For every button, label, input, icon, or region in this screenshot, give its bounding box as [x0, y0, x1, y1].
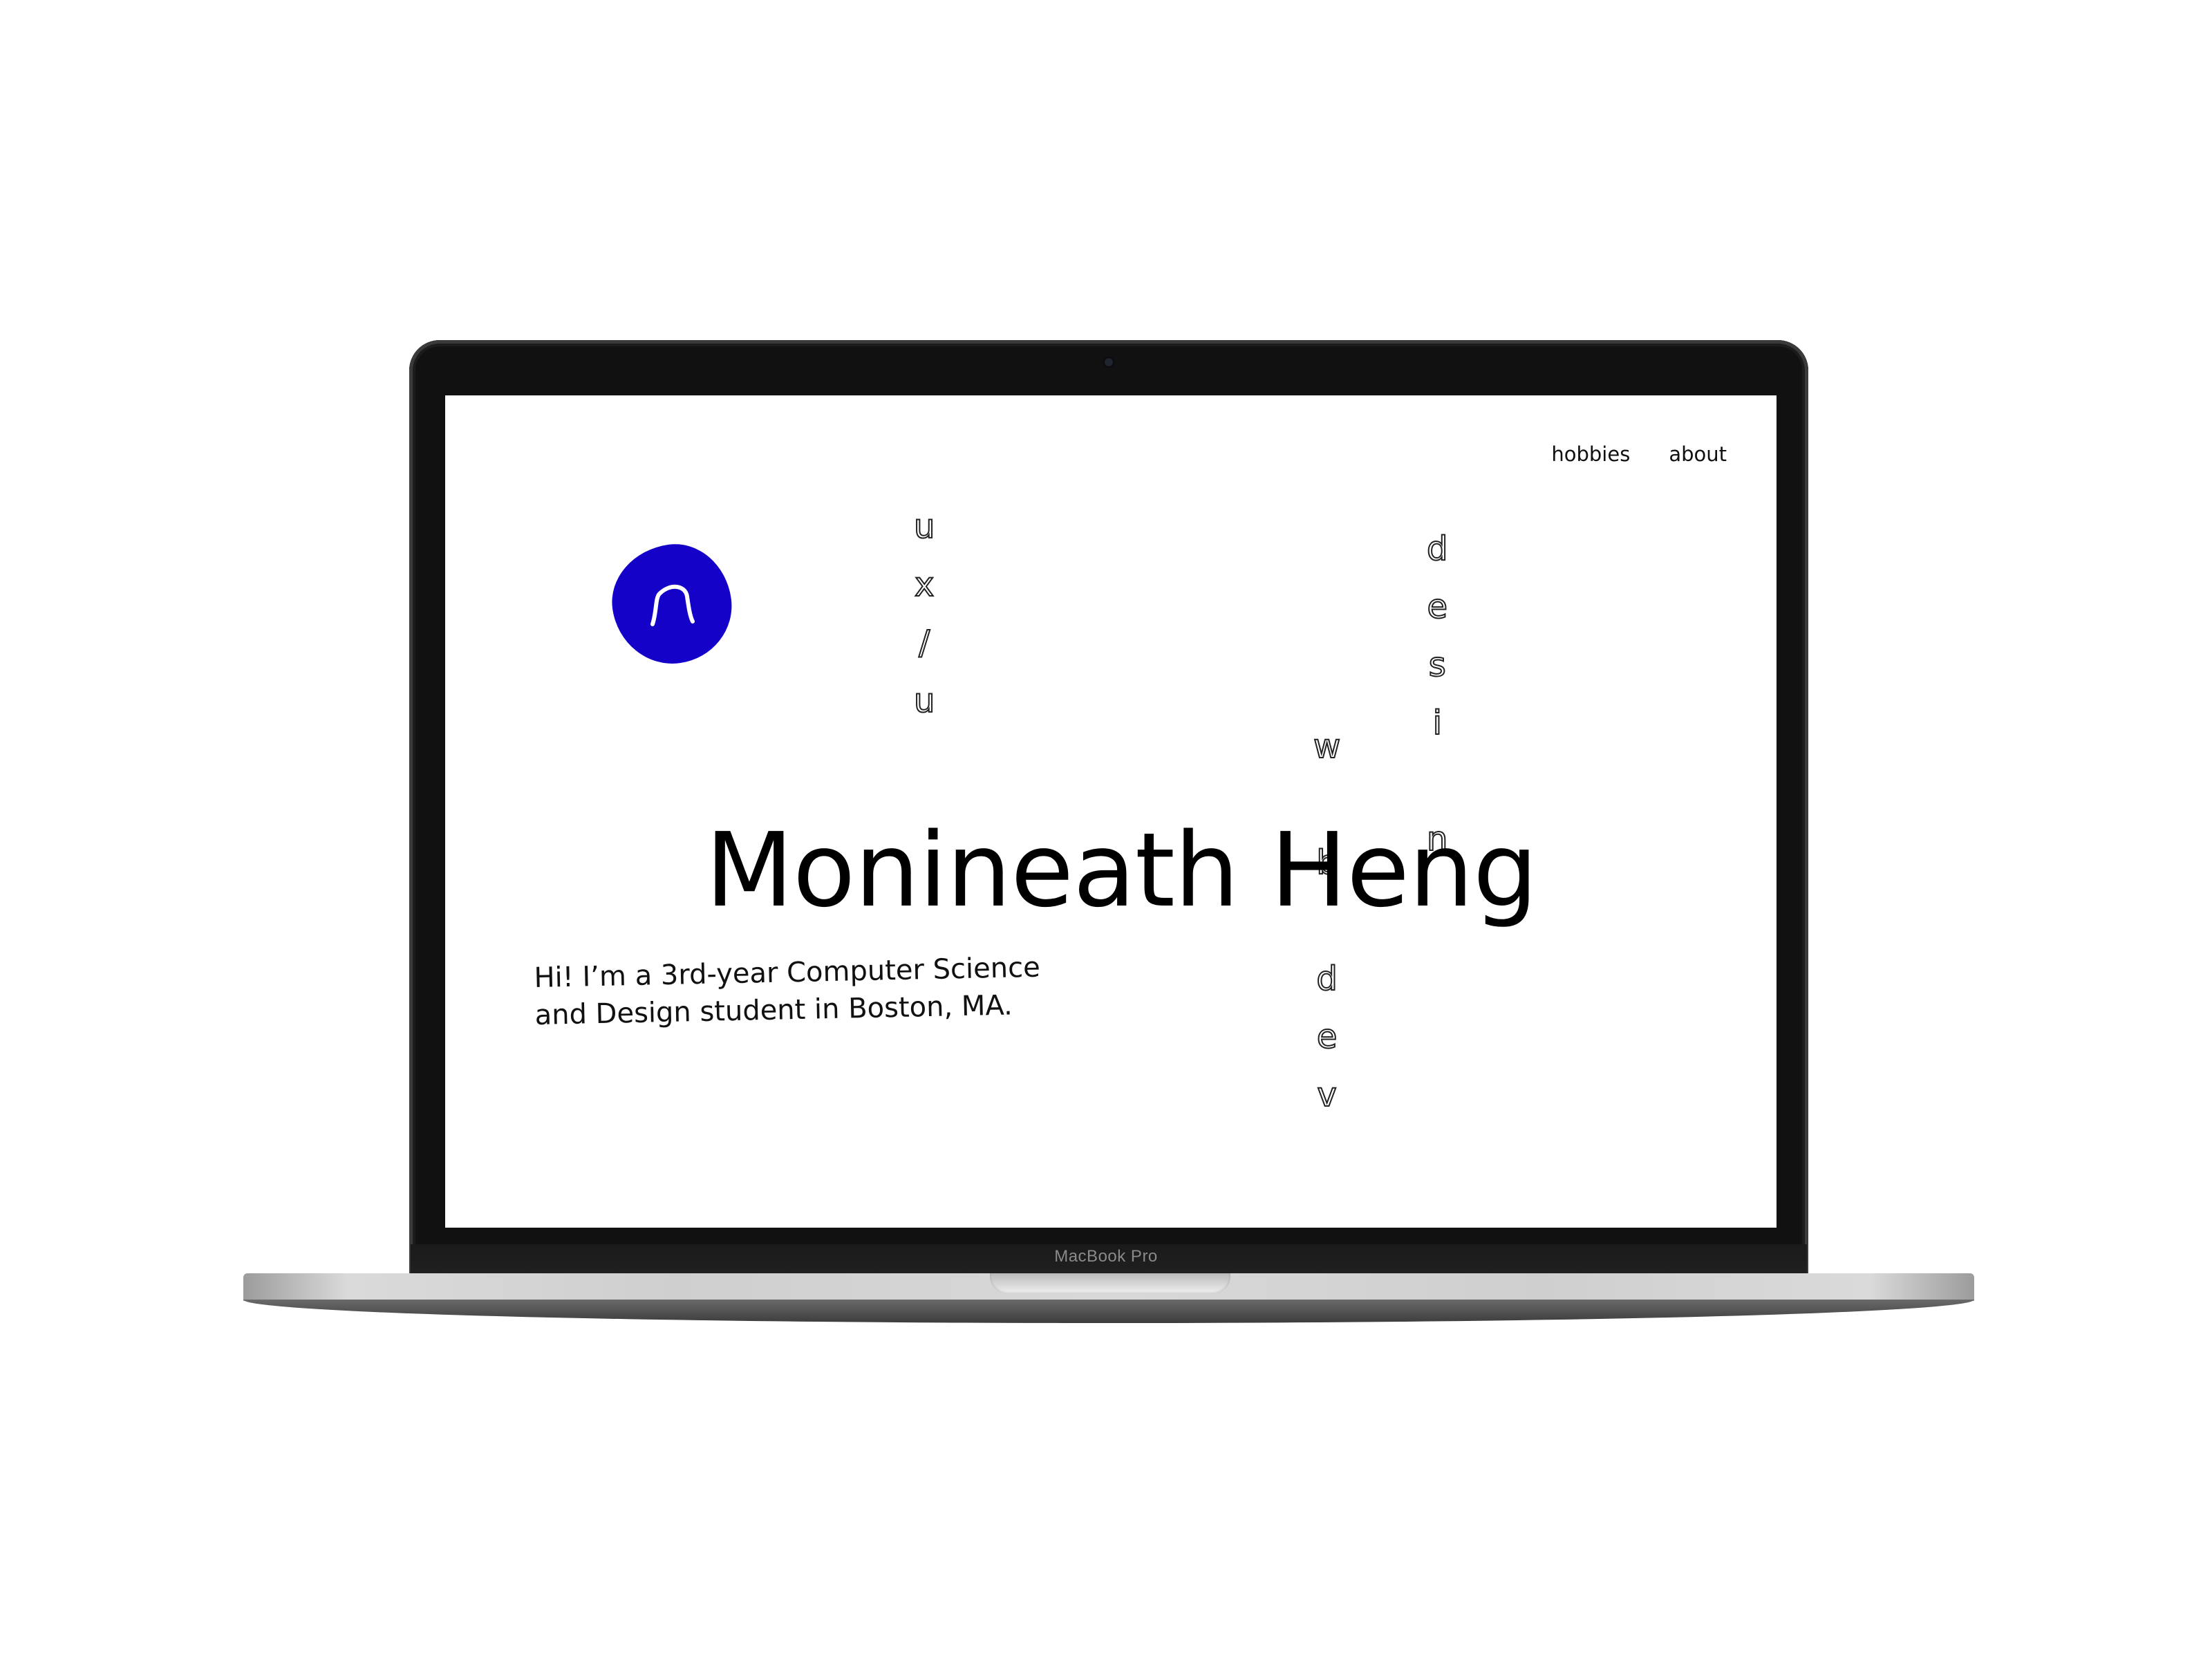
camera-dot: [1105, 358, 1113, 366]
laptop-base-edge: [243, 1300, 1974, 1323]
letter: e: [1426, 587, 1448, 627]
laptop-opening-notch: [990, 1273, 1230, 1294]
vertical-text-ux-ui: u x / u: [913, 498, 935, 730]
logo-n-icon: [650, 585, 695, 626]
letter: u: [913, 681, 935, 721]
letter: v: [1316, 1075, 1337, 1115]
device-label: MacBook Pro: [1054, 1247, 1158, 1266]
nav-link-about[interactable]: about: [1669, 442, 1727, 466]
letter: x: [914, 565, 935, 605]
mockup-stage: MacBook Pro hobbies about u x / u d e s …: [0, 0, 2212, 1659]
hero-name: Monineath Heng: [705, 811, 1538, 930]
nav-link-hobbies[interactable]: hobbies: [1551, 442, 1630, 466]
letter: d: [1426, 529, 1449, 569]
logo-badge[interactable]: [604, 536, 740, 672]
letter: u: [913, 507, 935, 547]
letter: w: [1313, 727, 1341, 767]
letter: d: [1315, 959, 1338, 999]
letter: s: [1428, 645, 1447, 685]
letter: e: [1316, 1017, 1338, 1057]
intro-text: Hi! I’m a 3rd-year Computer Science and …: [534, 948, 1060, 1034]
letter: /: [918, 623, 930, 663]
website-screen: hobbies about u x / u d e s i n w b d e …: [445, 395, 1777, 1228]
letter: i: [1432, 703, 1443, 743]
top-nav: hobbies about: [1551, 442, 1727, 466]
